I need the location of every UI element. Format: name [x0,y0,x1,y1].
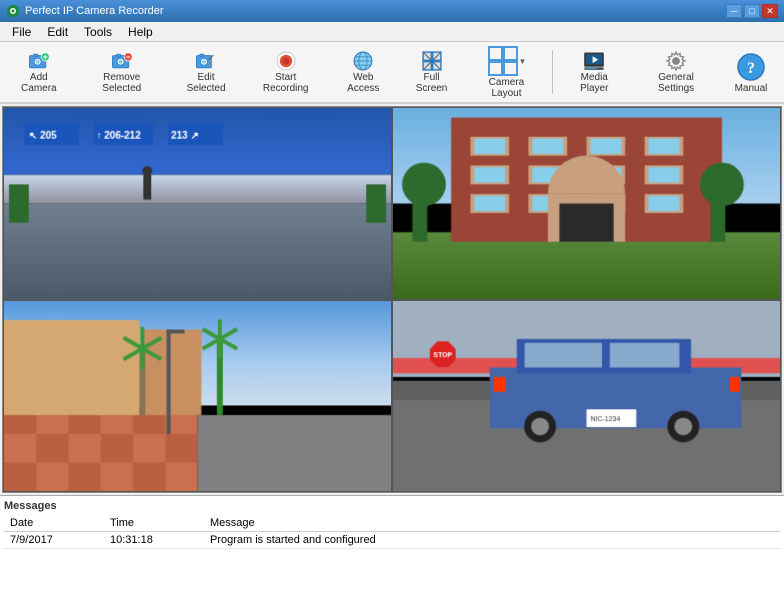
minimize-button[interactable]: ─ [726,4,742,18]
start-recording-button[interactable]: Start Recording [244,45,327,99]
svg-text:?: ? [747,60,755,77]
message-date: 7/9/2017 [4,532,104,549]
remove-selected-label: Remove Selected [83,72,161,94]
col-time: Time [104,515,204,532]
camera-layout-label: Camera Layout [473,77,541,99]
camera-cell-3[interactable] [3,300,392,493]
full-screen-label: Full Screen [406,72,456,94]
add-camera-button[interactable]: Add Camera [4,45,74,99]
camera-cell-4[interactable] [392,300,781,493]
web-icon [347,50,379,72]
add-camera-icon [23,50,55,72]
maximize-button[interactable]: □ [744,4,760,18]
menu-edit[interactable]: Edit [39,23,76,41]
web-access-button[interactable]: Web Access [329,45,397,99]
remove-selected-button[interactable]: Remove Selected [76,45,168,99]
message-time: 10:31:18 [104,532,204,549]
full-screen-button[interactable]: Full Screen [399,45,463,99]
camera-grid [2,106,782,493]
window-controls: ─ □ ✕ [726,4,778,18]
manual-label: Manual [735,83,768,94]
messages-title: Messages [4,500,780,512]
add-camera-label: Add Camera [11,72,67,94]
general-settings-button[interactable]: General Settings [632,45,720,99]
title-bar: Perfect IP Camera Recorder ─ □ ✕ [0,0,784,22]
messages-table: Date Time Message 7/9/201710:31:18Progra… [4,515,780,549]
edit-selected-label: Edit Selected [177,72,235,94]
camera-cell-2[interactable] [392,107,781,300]
app-title: Perfect IP Camera Recorder [25,5,726,17]
camera-feed-1 [4,108,391,299]
separator [552,50,553,94]
menu-file[interactable]: File [4,23,39,41]
general-settings-label: General Settings [639,72,713,94]
remove-camera-icon [106,50,138,72]
menu-help[interactable]: Help [120,23,161,41]
close-button[interactable]: ✕ [762,4,778,18]
edit-selected-button[interactable]: Edit Selected [170,45,242,99]
settings-icon [660,50,692,72]
media-icon [578,50,610,72]
camera-cell-1[interactable] [3,107,392,300]
menu-bar: File Edit Tools Help [0,22,784,42]
camera-feed-4 [393,301,780,492]
message-row: 7/9/201710:31:18Program is started and c… [4,532,780,549]
camera-feed-3 [4,301,391,492]
fullscreen-icon [416,50,448,72]
record-icon [270,50,302,72]
camera-layout-button[interactable]: ▼ Camera Layout [466,45,548,99]
media-player-button[interactable]: Media Player [558,45,630,99]
edit-camera-icon [190,50,222,72]
col-message: Message [204,515,780,532]
manual-button[interactable]: ? Manual [722,45,780,99]
messages-area: Messages Date Time Message 7/9/201710:31… [0,495,784,595]
camera-feed-2 [393,108,780,299]
message-message: Program is started and configured [204,532,780,549]
col-date: Date [4,515,104,532]
main-content: Messages Date Time Message 7/9/201710:31… [0,104,784,595]
toolbar: Add Camera Remove Selected Edit Selected [0,42,784,104]
layout-icon [487,45,519,77]
media-player-label: Media Player [565,72,623,94]
web-access-label: Web Access [336,72,390,94]
menu-tools[interactable]: Tools [76,23,120,41]
start-recording-label: Start Recording [251,72,320,94]
app-icon [6,4,20,18]
help-icon: ? [735,51,767,83]
